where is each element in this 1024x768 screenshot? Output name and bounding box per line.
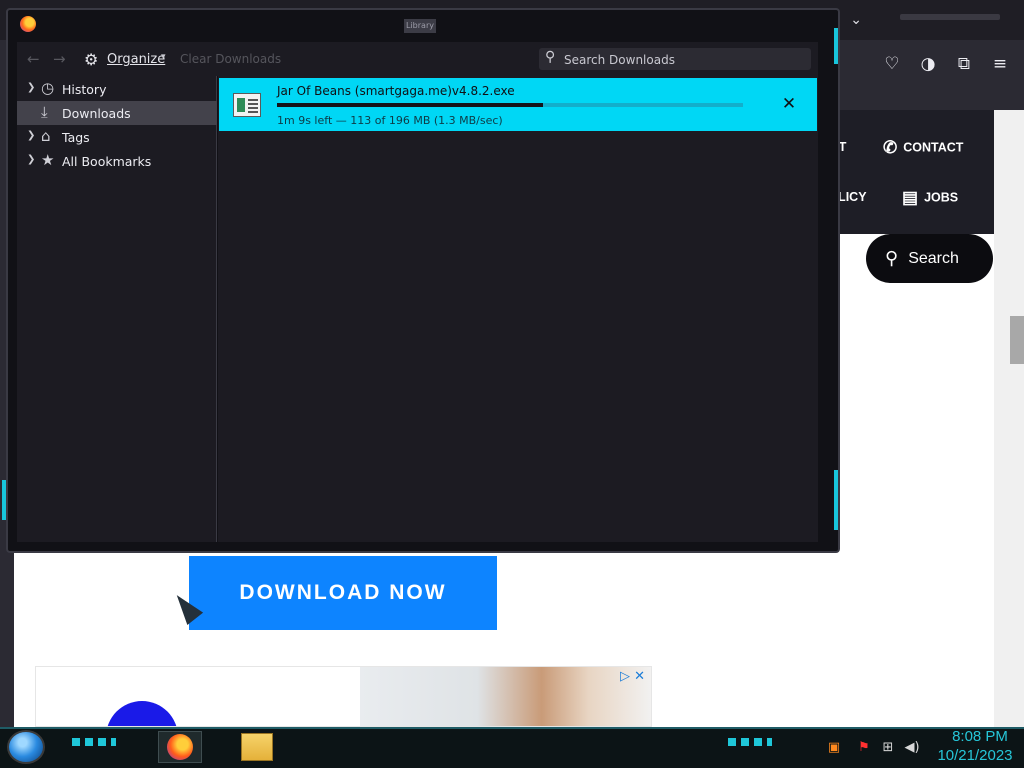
sidebar-item-tags[interactable]: ❯ ⌂ Tags bbox=[17, 125, 217, 149]
gear-icon[interactable]: ⚙ bbox=[84, 50, 98, 69]
chevron-right-icon[interactable]: ❯ bbox=[27, 82, 35, 93]
forward-arrow-icon[interactable]: → bbox=[53, 50, 66, 68]
cancel-download-close-icon[interactable]: ✕ bbox=[779, 94, 799, 114]
ad-photo bbox=[360, 667, 651, 726]
ad-choices-close-icon[interactable]: ▷ ✕ bbox=[620, 669, 645, 684]
window-title: Library bbox=[404, 19, 436, 33]
organize-menu-button[interactable]: Organize bbox=[107, 52, 165, 67]
download-progress-fill bbox=[277, 103, 543, 107]
theme-icon[interactable]: ◑ bbox=[916, 52, 940, 76]
downloads-list bbox=[218, 76, 818, 542]
extensions-icon[interactable]: ⧉ bbox=[952, 52, 976, 76]
firefox-logo-icon bbox=[20, 16, 36, 32]
window-frame-decoration bbox=[834, 28, 838, 64]
chevron-right-icon[interactable]: ❯ bbox=[27, 130, 35, 141]
chevron-down-icon[interactable]: ⌄ bbox=[850, 12, 862, 28]
pocket-icon[interactable]: ♡ bbox=[880, 52, 904, 76]
window-frame-decoration bbox=[834, 470, 838, 530]
hamburger-menu-icon[interactable]: ≡ bbox=[988, 52, 1012, 76]
start-button[interactable] bbox=[7, 730, 45, 764]
sidebar-item-label: History bbox=[62, 82, 107, 97]
clock-time[interactable]: 8:08 PM bbox=[942, 728, 1018, 745]
taskbar-firefox-button[interactable] bbox=[158, 731, 202, 763]
nav-link-jobs[interactable]: ▤ JOBS bbox=[902, 188, 958, 208]
sidebar-item-label: All Bookmarks bbox=[62, 154, 152, 169]
sidebar-item-history[interactable]: ❯ ◷ History bbox=[17, 77, 217, 101]
tab-bar-decoration bbox=[900, 14, 1000, 20]
sidebar-item-label: Tags bbox=[62, 130, 90, 145]
volume-icon[interactable]: ◀) bbox=[904, 740, 920, 756]
ad-logo bbox=[106, 701, 178, 726]
tray-app-icon[interactable]: ▣ bbox=[826, 740, 842, 756]
back-arrow-icon[interactable]: ← bbox=[27, 50, 40, 68]
window-frame-decoration bbox=[2, 480, 6, 520]
clear-downloads-button[interactable]: Clear Downloads bbox=[180, 52, 281, 66]
search-icon: ⚲ bbox=[885, 248, 899, 268]
sidebar-item-downloads[interactable]: ⤓ Downloads bbox=[17, 101, 217, 125]
site-search-button[interactable]: ⚲ Search bbox=[866, 234, 993, 283]
clock-date[interactable]: 10/21/2023 bbox=[930, 747, 1020, 764]
download-icon: ⤓ bbox=[41, 103, 48, 121]
search-downloads-input[interactable] bbox=[564, 52, 804, 68]
download-status: 1m 9s left — 113 of 196 MB (1.3 MB/sec) bbox=[277, 114, 503, 127]
advertisement[interactable]: ▷ ✕ bbox=[35, 666, 652, 727]
chevron-right-icon[interactable]: ❯ bbox=[27, 154, 35, 165]
taskbar-decoration bbox=[728, 738, 772, 746]
download-now-button[interactable]: DOWNLOAD NOW bbox=[189, 556, 497, 630]
action-center-flag-icon[interactable]: ⚑ bbox=[856, 740, 872, 756]
id-card-icon: ▤ bbox=[902, 188, 919, 207]
phone-icon: ✆ bbox=[883, 138, 898, 157]
taskbar-decoration bbox=[72, 738, 116, 746]
executable-file-icon bbox=[233, 93, 261, 117]
scrollbar-thumb[interactable] bbox=[1010, 316, 1024, 364]
taskbar-file-explorer-button[interactable] bbox=[241, 733, 273, 761]
page-scrollbar[interactable] bbox=[994, 110, 1024, 727]
download-filename: Jar Of Beans (smartgaga.me)v4.8.2.exe bbox=[277, 84, 515, 98]
sidebar-item-all-bookmarks[interactable]: ❯ ★ All Bookmarks bbox=[17, 149, 217, 173]
tag-icon: ⌂ bbox=[41, 127, 51, 145]
star-icon: ★ bbox=[41, 151, 55, 169]
network-icon[interactable]: ⊞ bbox=[880, 740, 896, 756]
clock-icon: ◷ bbox=[41, 79, 55, 97]
nav-link-contact[interactable]: ✆ CONTACT bbox=[883, 138, 963, 158]
firefox-logo-icon bbox=[167, 734, 193, 760]
search-icon: ⚲ bbox=[545, 49, 556, 65]
chevron-down-icon[interactable]: ▾ bbox=[161, 52, 166, 62]
sidebar-item-label: Downloads bbox=[62, 106, 131, 121]
